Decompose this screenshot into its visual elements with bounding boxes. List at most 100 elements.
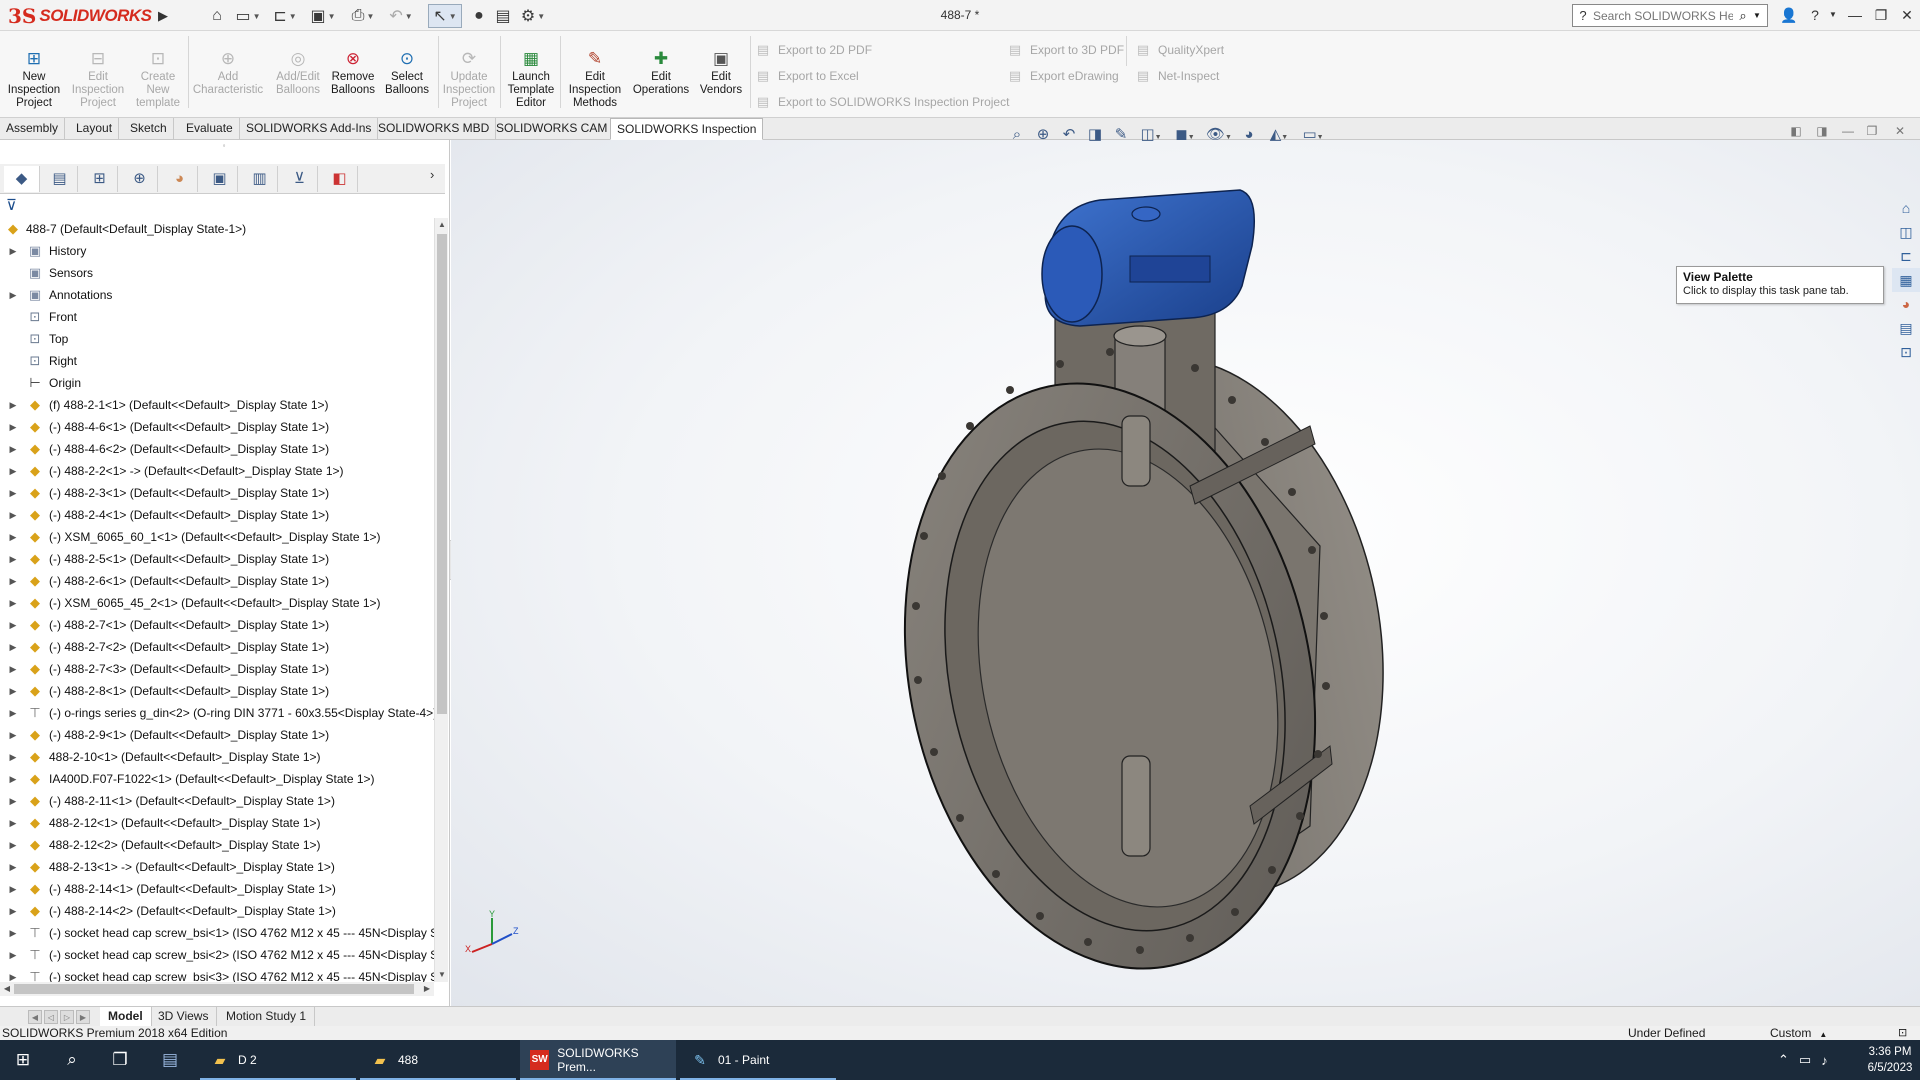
previous-view-icon[interactable]: ↶ — [1056, 125, 1082, 143]
tree-item[interactable]: ⊡ Front — [0, 306, 434, 328]
tree-item[interactable]: ⊡ Right — [0, 350, 434, 372]
scroll-thumb[interactable] — [14, 984, 414, 994]
expand-arrow-icon[interactable]: ▶ — [8, 526, 18, 548]
panel-grip-icon[interactable]: ◦ — [220, 142, 228, 150]
prev-tab-icon[interactable]: ◁ — [44, 1010, 58, 1024]
expand-arrow-icon[interactable]: ▶ — [8, 482, 18, 504]
edit-operations-button[interactable]: ✚ Edit Operations — [628, 49, 694, 119]
expand-arrow-icon[interactable]: ▶ — [8, 614, 18, 636]
expand-arrow-icon[interactable]: ▶ — [8, 834, 18, 856]
viewport-left-icon[interactable]: ◧ — [1786, 124, 1806, 138]
add-edit-balloons-button[interactable]: ◎ Add/Edit Balloons — [270, 49, 326, 119]
tree-item[interactable]: ▣ Sensors — [0, 262, 434, 284]
add-characteristic-button[interactable]: ⊕ Add Characteristic — [192, 49, 264, 119]
tab-solidworks-cam[interactable]: SOLIDWORKS CAM — [490, 118, 615, 140]
display-style-icon[interactable]: ◼▼ — [1168, 125, 1202, 143]
minimize-icon[interactable]: — — [1844, 4, 1866, 26]
tab-model[interactable]: Model — [100, 1007, 152, 1027]
search-dropdown-icon[interactable]: ▼ — [1753, 11, 1761, 20]
tree-item[interactable]: ▶ ◆ (-) 488-2-4<1> (Default<<Default>_Disp… — [0, 504, 434, 526]
cam-feature-tree-tab-icon[interactable]: ▣ — [202, 166, 238, 192]
system-clock[interactable]: 3:36 PM 6/5/2023 — [1862, 1044, 1918, 1076]
dimxpert-manager-tab-icon[interactable]: ⊕ — [122, 166, 158, 192]
restore-icon[interactable]: ❐ — [1870, 4, 1892, 26]
net-inspect-link[interactable]: ▤ Net-Inspect — [1134, 67, 1220, 85]
expand-arrow-icon[interactable]: ▶ — [8, 504, 18, 526]
solidworks-resources-icon[interactable]: ⌂ — [1892, 196, 1920, 220]
expand-arrow-icon[interactable]: ▶ — [8, 900, 18, 922]
tab-layout[interactable]: Layout — [70, 118, 120, 140]
tree-item[interactable]: ▶ ◆ (-) XSM_6065_60_1<1> (Default<<Default… — [0, 526, 434, 548]
taskbar-app-488[interactable]: ▰ 488 — [360, 1040, 516, 1080]
search-icon[interactable]: ⌕ — [50, 1040, 94, 1080]
scroll-left-icon[interactable]: ◀ — [0, 982, 14, 996]
scroll-thumb[interactable] — [437, 234, 447, 714]
apply-scene-icon[interactable]: ◭▼ — [1262, 125, 1296, 143]
expand-arrow-icon[interactable]: ▶ — [8, 724, 18, 746]
feature-manager-tab-icon[interactable]: ◆ — [4, 166, 40, 192]
tree-item[interactable]: ⊡ Top — [0, 328, 434, 350]
tree-item[interactable]: ▶ ⊤ (-) o-rings series g_din<2> (O-ring DI… — [0, 702, 434, 724]
expand-arrow-icon[interactable]: ▶ — [8, 966, 18, 982]
tree-item[interactable]: ▶ ◆ (-) 488-2-9<1> (Default<<Default>_Disp… — [0, 724, 434, 746]
expand-arrow-icon[interactable]: ▶ — [8, 922, 18, 944]
expand-arrow-icon[interactable]: ▶ — [8, 790, 18, 812]
expand-arrow-icon[interactable]: ▶ — [8, 284, 18, 306]
panel-more-chevron-icon[interactable]: › — [430, 167, 434, 182]
viewport-close-icon[interactable]: ✕ — [1890, 124, 1910, 138]
viewport-right-icon[interactable]: ◨ — [1812, 124, 1832, 138]
tree-item[interactable]: ▶ ◆ (-) 488-2-5<1> (Default<<Default>_Disp… — [0, 548, 434, 570]
qualityxpert-link[interactable]: ▤ QualityXpert — [1134, 41, 1224, 59]
expand-arrow-icon[interactable]: ▶ — [8, 394, 18, 416]
configuration-manager-tab-icon[interactable]: ⊞ — [82, 166, 118, 192]
create-new-template-button[interactable]: ⊡ Create New template — [128, 49, 188, 119]
new-inspection-project-button[interactable]: ⊞ New Inspection Project — [2, 49, 66, 119]
viewport-minimize-icon[interactable]: — — [1838, 124, 1858, 138]
edit-vendors-button[interactable]: ▣ Edit Vendors — [694, 49, 748, 119]
tab-sketch[interactable]: Sketch — [124, 118, 174, 140]
help-dropdown-icon[interactable]: ▼ — [1822, 4, 1844, 26]
expand-arrow-icon[interactable]: ▶ — [8, 592, 18, 614]
options-gear-icon[interactable]: ⚙ ▼ — [518, 4, 548, 28]
dynamic-annotation-icon[interactable]: ✎ — [1108, 125, 1134, 143]
tab-assembly[interactable]: Assembly — [0, 118, 66, 140]
tree-item[interactable]: ▶ ◆ IA400D.F07-F1022<1> (Default<<Default>… — [0, 768, 434, 790]
expand-arrow-icon[interactable]: ▶ — [8, 570, 18, 592]
tree-item[interactable]: ▶ ◆ (-) 488-2-8<1> (Default<<Default>_Disp… — [0, 680, 434, 702]
tree-item[interactable]: ▶ ▣ Annotations — [0, 284, 434, 306]
tab-solidworks-addins[interactable]: SOLIDWORKS Add-Ins — [240, 118, 379, 140]
search-help-box[interactable]: ? ⌕ ▼ — [1572, 4, 1768, 27]
display-manager-tab-icon[interactable]: ◕ — [162, 166, 198, 192]
tree-item[interactable]: ▶ ◆ (-) XSM_6065_45_2<1> (Default<<Default… — [0, 592, 434, 614]
tab-solidworks-mbd[interactable]: SOLIDWORKS MBD — [372, 118, 497, 140]
tooltip-help-icon[interactable]: ⊡ — [1898, 1026, 1907, 1040]
tree-item[interactable]: ▶ ◆ 488-2-12<1> (Default<<Default>_Display… — [0, 812, 434, 834]
search-input[interactable] — [1593, 8, 1733, 23]
taskbar-app-paint[interactable]: ✎ 01 - Paint — [680, 1040, 836, 1080]
tree-item[interactable]: ▶ ◆ (-) 488-2-3<1> (Default<<Default>_Disp… — [0, 482, 434, 504]
tree-item[interactable]: ▶ ⊤ (-) socket head cap screw_bsi<1> (ISO … — [0, 922, 434, 944]
scroll-up-icon[interactable]: ▲ — [435, 218, 449, 232]
tree-item[interactable]: ▶ ◆ (-) 488-2-14<1> (Default<<Default>_Dis… — [0, 878, 434, 900]
custom-properties-icon[interactable]: ▤ — [1892, 316, 1920, 340]
taskbar-app-d2[interactable]: ▰ D 2 — [200, 1040, 356, 1080]
tree-item[interactable]: ▶ ◆ (-) 488-2-7<2> (Default<<Default>_Disp… — [0, 636, 434, 658]
select-cursor-icon[interactable]: ↖ ▼ — [428, 4, 462, 28]
launch-template-editor-button[interactable]: ▦ Launch Template Editor — [504, 49, 558, 119]
edit-appearance-icon[interactable]: ◕ — [1236, 126, 1262, 143]
print-icon[interactable]: ⎙ ▼ — [348, 4, 378, 28]
tree-item[interactable]: ▶ ◆ (-) 488-2-6<1> (Default<<Default>_Disp… — [0, 570, 434, 592]
tree-item[interactable]: ⊢ Origin — [0, 372, 434, 394]
export-sw-inspection-project-link[interactable]: ▤ Export to SOLIDWORKS Inspection Project — [754, 93, 1010, 111]
damper-3d-model[interactable] — [860, 186, 1430, 976]
network-icon[interactable]: ▭ — [1799, 1052, 1811, 1068]
expand-arrow-icon[interactable]: ▶ — [8, 438, 18, 460]
zoom-to-fit-icon[interactable]: ⌕ — [1004, 126, 1030, 143]
save-icon[interactable]: ▣ ▼ — [308, 4, 338, 28]
expand-arrow-icon[interactable]: ▶ — [8, 768, 18, 790]
edit-inspection-project-button[interactable]: ⊟ Edit Inspection Project — [66, 49, 130, 119]
expand-arrow-icon[interactable]: ▶ — [8, 856, 18, 878]
taskbar-app-solidworks[interactable]: SW SOLIDWORKS Prem... — [520, 1040, 676, 1080]
view-settings-icon[interactable]: ▭▼ — [1296, 125, 1330, 143]
tree-item[interactable]: ▶ ◆ (-) 488-2-7<3> (Default<<Default>_Disp… — [0, 658, 434, 680]
